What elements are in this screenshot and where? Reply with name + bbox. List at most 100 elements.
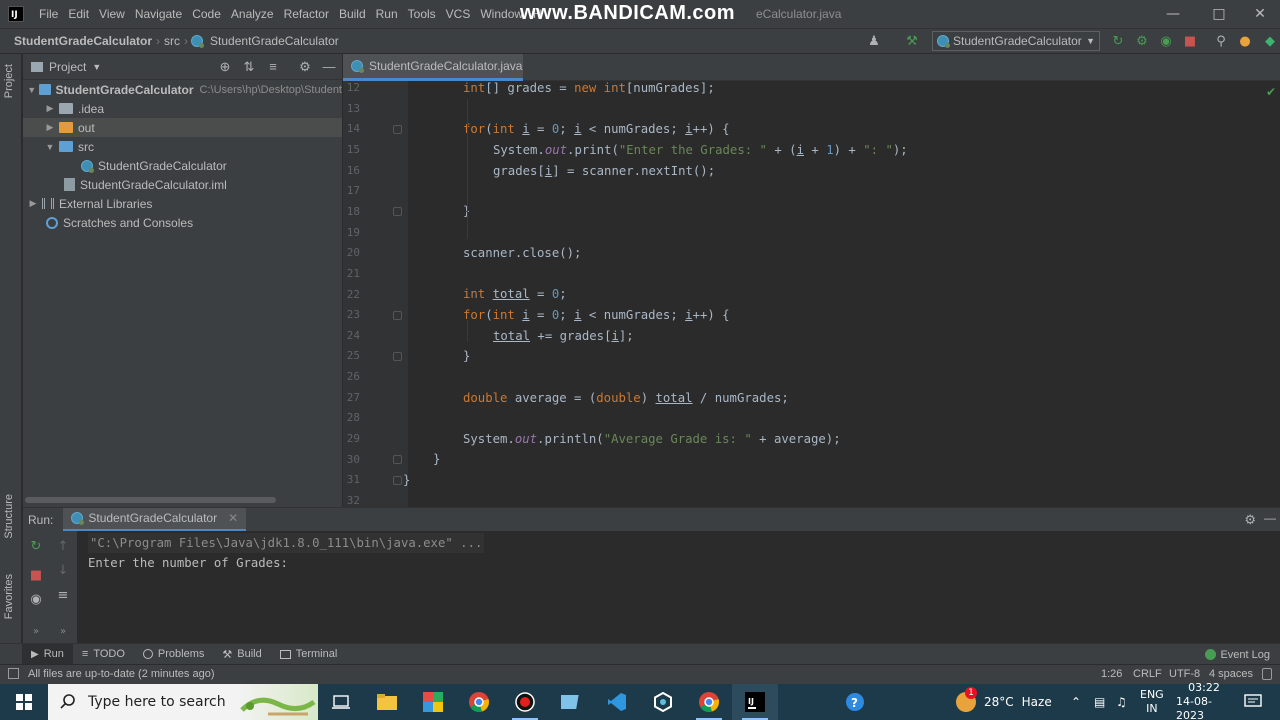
show-hidden-icons-icon[interactable]: ⌃	[1071, 684, 1081, 720]
chevron-down-icon[interactable]: ▼	[92, 62, 101, 72]
update-icon[interactable]: ●	[1237, 33, 1253, 49]
collapse-all-icon[interactable]: ≡	[265, 59, 281, 75]
console-output[interactable]: "C:\Program Files\Java\jdk1.8.0_111\bin\…	[77, 531, 1280, 643]
tree-item-iml[interactable]: StudentGradeCalculator.iml	[23, 175, 342, 194]
close-icon[interactable]: ✕	[228, 511, 238, 525]
menu-analyze[interactable]: Analyze	[226, 0, 279, 28]
fold-marker-icon[interactable]	[393, 125, 402, 134]
more-icon[interactable]: »	[28, 623, 44, 639]
office-icon[interactable]	[410, 684, 456, 720]
status-message[interactable]: All files are up-to-date (2 minutes ago)	[28, 668, 214, 680]
fold-marker-icon[interactable]	[393, 455, 402, 464]
bottom-tab-problems[interactable]: Problems	[134, 644, 213, 665]
fold-marker-icon[interactable]	[393, 476, 402, 485]
chevron-down-icon[interactable]: ▼	[27, 85, 36, 95]
help-icon[interactable]: ?	[832, 684, 878, 720]
tree-item-idea[interactable]: ▶ .idea	[23, 99, 342, 118]
project-tool-tab[interactable]: Project	[3, 64, 15, 98]
soft-wrap-icon[interactable]: ≡	[55, 587, 71, 603]
user-icon[interactable]: ♟	[866, 33, 882, 49]
chrome-profile-icon[interactable]	[686, 684, 732, 720]
structure-tool-tab[interactable]: Structure	[3, 494, 15, 539]
menu-navigate[interactable]: Navigate	[130, 0, 187, 28]
stop-icon[interactable]: ■	[1182, 33, 1198, 49]
menu-view[interactable]: View	[94, 0, 130, 28]
rerun-icon[interactable]: ↻	[1110, 33, 1126, 49]
volume-icon[interactable]: ♫	[1116, 684, 1127, 720]
horizontal-scrollbar[interactable]	[25, 497, 276, 503]
menu-edit[interactable]: Edit	[63, 0, 94, 28]
hide-icon[interactable]: —	[321, 59, 337, 75]
arrow-down-icon[interactable]: ↓	[55, 562, 71, 578]
breadcrumb-file[interactable]: StudentGradeCalculator	[206, 34, 343, 48]
gear-icon[interactable]: ⚙	[297, 59, 313, 75]
language-indicator[interactable]: ENG IN	[1140, 684, 1164, 720]
menu-file[interactable]: File	[34, 0, 63, 28]
bottom-tab-terminal[interactable]: Terminal	[271, 644, 347, 665]
run-tab[interactable]: StudentGradeCalculator ✕	[63, 507, 247, 532]
tree-item-main-class[interactable]: StudentGradeCalculator	[23, 156, 342, 175]
file-explorer-icon[interactable]	[364, 684, 410, 720]
stop-icon[interactable]: ■	[28, 567, 44, 583]
maximize-button[interactable]: □	[1196, 0, 1242, 28]
menu-build[interactable]: Build	[334, 0, 371, 28]
fold-marker-icon[interactable]	[393, 352, 402, 361]
bottom-tab-build[interactable]: ⚒ Build	[213, 644, 270, 665]
notification-center-icon[interactable]	[1244, 684, 1262, 720]
chevron-right-icon[interactable]: ▶	[27, 198, 39, 209]
camera-icon[interactable]: ◉	[28, 591, 44, 607]
menu-code[interactable]: Code	[187, 0, 226, 28]
start-button[interactable]	[0, 684, 48, 720]
debug-icon[interactable]: ⚙	[1134, 33, 1150, 49]
fold-marker-icon[interactable]	[393, 311, 402, 320]
breadcrumb-src[interactable]: src	[160, 34, 184, 48]
vscode-icon[interactable]	[594, 684, 640, 720]
lock-icon[interactable]	[1262, 668, 1272, 680]
chevron-right-icon[interactable]: ▶	[44, 103, 56, 114]
chevron-right-icon[interactable]: ▶	[44, 122, 56, 133]
tree-item-scratches[interactable]: Scratches and Consoles	[23, 213, 342, 232]
clock[interactable]: 03:22 14-08-2023	[1176, 681, 1232, 720]
editor-tab[interactable]: StudentGradeCalculator.java	[343, 54, 523, 81]
build-hammer-icon[interactable]: ⚒	[904, 33, 920, 49]
tree-item-out[interactable]: ▶ out	[23, 118, 342, 137]
close-window-button[interactable]: ✕	[1240, 0, 1280, 28]
run-configuration-select[interactable]: StudentGradeCalculator ▼	[932, 31, 1100, 51]
event-log-tab[interactable]: Event Log	[1205, 644, 1270, 665]
menu-refactor[interactable]: Refactor	[279, 0, 334, 28]
search-icon[interactable]: ⚲	[1213, 33, 1229, 49]
network-icon[interactable]: ▤	[1094, 684, 1105, 720]
chevron-down-icon[interactable]: ▼	[44, 142, 56, 152]
weather-widget[interactable]: 1 28°C Haze	[956, 684, 1052, 720]
status-toggle-icon[interactable]	[8, 668, 19, 679]
favorites-tool-tab[interactable]: Favorites	[3, 574, 15, 619]
line-separator[interactable]: CRLF	[1133, 668, 1162, 680]
chrome-icon[interactable]	[456, 684, 502, 720]
fold-marker-icon[interactable]	[393, 207, 402, 216]
bandicam-icon[interactable]	[502, 684, 548, 720]
indent-setting[interactable]: 4 spaces	[1209, 668, 1253, 680]
expand-all-icon[interactable]: ⇅	[241, 59, 257, 75]
taskbar-search-box[interactable]: Type here to search	[48, 684, 318, 720]
menu-tools[interactable]: Tools	[403, 0, 441, 28]
tree-item-project-root[interactable]: ▼ StudentGradeCalculator C:\Users\hp\Des…	[23, 80, 342, 99]
tree-item-external-libraries[interactable]: ▶ External Libraries	[23, 194, 342, 213]
menu-run[interactable]: Run	[371, 0, 403, 28]
intellij-taskbar-icon[interactable]: IJ	[732, 684, 778, 720]
hide-icon[interactable]: —	[1264, 511, 1276, 525]
coverage-icon[interactable]: ◉	[1158, 33, 1174, 49]
task-view-icon[interactable]	[318, 684, 364, 720]
gear-icon[interactable]: ⚙	[1244, 512, 1256, 528]
menu-vcs[interactable]: VCS	[441, 0, 476, 28]
more-icon[interactable]: »	[55, 623, 71, 639]
file-encoding[interactable]: UTF-8	[1169, 668, 1200, 680]
hex-app-icon[interactable]	[640, 684, 686, 720]
minimize-button[interactable]: —	[1150, 0, 1196, 28]
rerun-icon[interactable]: ↻	[28, 538, 44, 554]
arrow-up-icon[interactable]: ↑	[55, 538, 71, 554]
bottom-tab-run[interactable]: ▶ Run	[22, 643, 73, 665]
tree-item-src[interactable]: ▼ src	[23, 137, 342, 156]
project-panel-title[interactable]: Project	[49, 60, 86, 74]
locate-icon[interactable]: ⊕	[217, 59, 233, 75]
breadcrumb-project[interactable]: StudentGradeCalculator	[10, 34, 156, 48]
